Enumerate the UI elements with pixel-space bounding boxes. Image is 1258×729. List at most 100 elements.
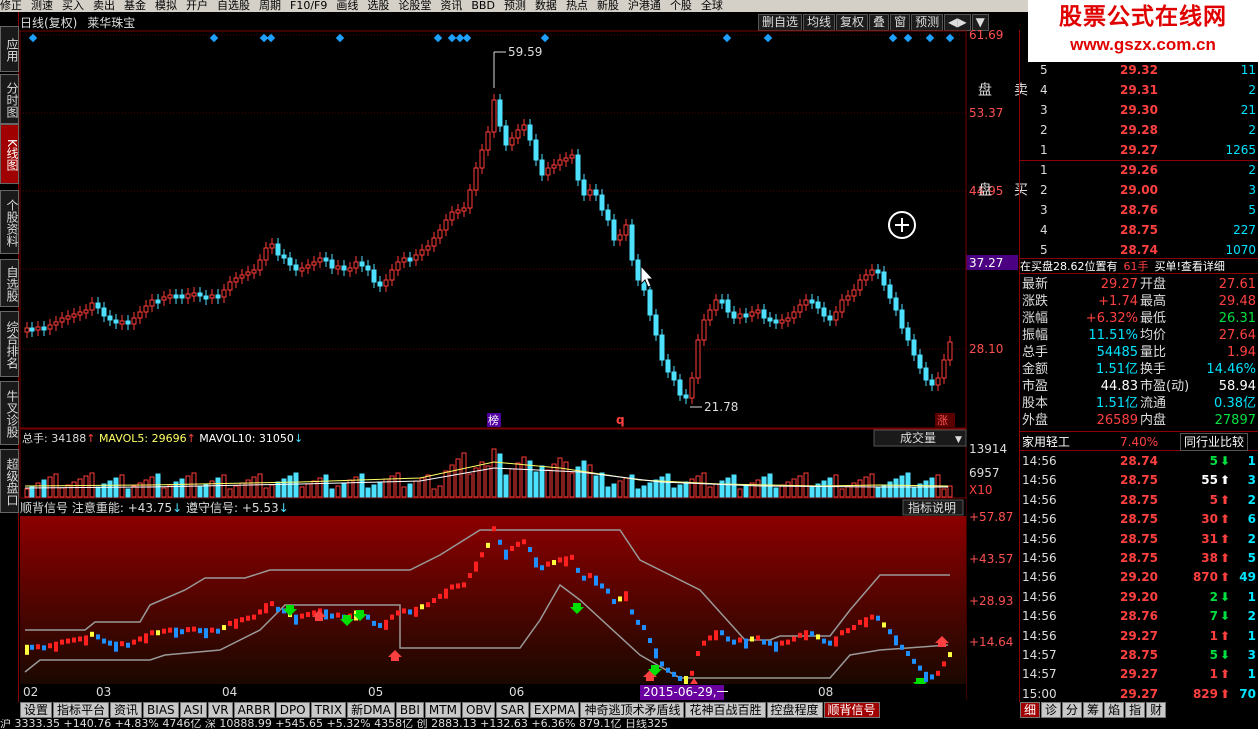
candle-body [797, 304, 803, 313]
tick-row: 14:56 28.75 30 ⬆ 6 [1020, 510, 1258, 529]
detail-tab[interactable]: 细 [1020, 702, 1041, 718]
indicator-tab[interactable]: EXPMA [529, 702, 580, 718]
volume-bar [773, 487, 779, 498]
indicator-mark [168, 627, 172, 633]
detail-tab[interactable]: 焰 [1104, 702, 1125, 718]
indicator-tab[interactable]: 资讯 [110, 702, 143, 718]
indicator-mark [306, 612, 310, 618]
sell-level: 1 [1040, 143, 1048, 157]
tick-volume: 31 [1201, 531, 1218, 546]
indicator-mark [822, 638, 826, 644]
big-order-notice[interactable]: 在买盘28.62位置有 61手 买单!查看详细 [1020, 258, 1258, 274]
sell-level-row[interactable]: 2 29.28 2 [1020, 120, 1258, 140]
tick-price: 28.75 [1120, 512, 1158, 527]
indicator-tab[interactable]: 控盘程度 [766, 702, 823, 718]
indicator-mark [300, 613, 304, 619]
indicator-mark [474, 561, 478, 572]
indicator-tab[interactable]: 设置 [20, 702, 53, 718]
indicator-mark [198, 628, 202, 634]
notice-detail-link[interactable]: 查看详细 [1181, 260, 1225, 273]
tick-count: 3 [1247, 473, 1256, 488]
mavol5-value: 29696 [148, 432, 187, 445]
volume-bar [449, 464, 455, 498]
candle-body [203, 295, 209, 300]
indicator-tab[interactable]: OBV [461, 702, 496, 718]
stat-key: 均价 [1140, 328, 1167, 343]
indicator-mark [240, 617, 244, 623]
tick-time: 14:56 [1022, 609, 1057, 624]
indicator-tab[interactable]: DPO [275, 702, 310, 718]
candle-body [581, 179, 587, 196]
indicator-mark [714, 630, 718, 641]
rank-tag-label: 榜 [488, 413, 499, 427]
stat-key: 涨跌 [1022, 294, 1049, 309]
indicator-tab[interactable]: 新DMA [347, 702, 395, 718]
candle-body [83, 309, 89, 314]
volume-bar [875, 487, 881, 498]
buy-level-row[interactable]: 3 28.76 5 [1020, 200, 1258, 220]
indicator-tab[interactable]: 花神百战百胜 [685, 702, 766, 718]
candle-body [359, 261, 365, 267]
sell-level-row[interactable]: 5 29.32 11 [1020, 60, 1258, 80]
indicator-tab[interactable]: 神奇逃顶术矛盾线 [580, 702, 685, 718]
indicator-tab[interactable]: 指标平台 [53, 702, 110, 718]
stat-value: 27897 [1214, 413, 1256, 428]
indicator-tab[interactable]: SAR [496, 702, 529, 718]
buy-price: 28.75 [1120, 223, 1158, 237]
indicator-mark [102, 638, 106, 644]
detail-tab[interactable]: 财 [1146, 702, 1167, 718]
indicator-tab[interactable]: BIAS [143, 702, 179, 718]
indicator-tab[interactable]: TRIX [310, 702, 347, 718]
candle-body [329, 259, 335, 269]
candle-body [683, 394, 689, 399]
candle-body [197, 292, 203, 297]
candle-body [425, 245, 431, 251]
detail-tab[interactable]: 分 [1062, 702, 1083, 718]
buy-level-row[interactable]: 1 29.26 2 [1020, 160, 1258, 180]
volume-bar [83, 475, 89, 498]
indicator-mark [66, 638, 70, 644]
candle-body [653, 314, 659, 336]
sell-level-row[interactable]: 4 29.31 2 [1020, 80, 1258, 100]
quote-stat-row: 涨幅 +6.32% 最低 26.31 [1020, 310, 1258, 327]
candle-body [935, 377, 941, 386]
buy-price: 29.00 [1120, 183, 1158, 197]
arrow-down-icon: ↓ [172, 501, 186, 515]
tick-time: 14:56 [1022, 589, 1057, 604]
indicator-mark [828, 640, 832, 646]
sell-level-row[interactable]: 3 29.30 21 [1020, 100, 1258, 120]
candle-body [701, 319, 707, 341]
indicator-tab[interactable]: ASI [179, 702, 208, 718]
indicator-mark [78, 636, 82, 642]
volume-axis-label: 6957 [969, 466, 1000, 480]
indicator-tab[interactable]: BBI [395, 702, 424, 718]
arrow-up-icon: ⬆ [1220, 473, 1231, 488]
candle-body [623, 224, 629, 236]
indicator-s2-value: +5.53 [238, 501, 279, 515]
indicator-mark [186, 627, 190, 633]
buy-level-row[interactable]: 5 28.74 1070 [1020, 240, 1258, 260]
volume-bar [461, 452, 467, 498]
tick-time: 14:56 [1022, 551, 1057, 565]
indicator-mark [528, 547, 532, 553]
signal-diamond [335, 33, 345, 43]
volume-bar [803, 472, 809, 498]
industry-name[interactable]: 家用轻工 [1022, 432, 1070, 452]
indicator-tab[interactable]: MTM [424, 702, 461, 718]
chart-canvas[interactable]: 61.6953.3744.9537.2728.1059.5921.78榜 q 涨总手… [0, 0, 1020, 729]
detail-tab[interactable]: 诊 [1041, 702, 1062, 718]
volume-bar [233, 485, 239, 498]
indicator-tab[interactable]: 顺背信号 [823, 702, 880, 718]
detail-tab[interactable]: 指 [1125, 702, 1146, 718]
candle-body [719, 299, 725, 304]
indicator-tab[interactable]: ARBR [233, 702, 275, 718]
indicator-mark [870, 614, 874, 620]
industry-compare-button[interactable]: 同行业比较 [1180, 433, 1249, 451]
buy-level-row[interactable]: 4 28.75 227 [1020, 220, 1258, 240]
quote-stat-row: 振幅 11.51% 均价 27.64 [1020, 327, 1258, 344]
detail-tab[interactable]: 筹 [1083, 702, 1104, 718]
sell-level-row[interactable]: 1 29.27 1265 [1020, 140, 1258, 160]
buy-level-row[interactable]: 2 29.00 3 [1020, 180, 1258, 200]
indicator-tab[interactable]: VR [208, 702, 233, 718]
stat-key: 外盘 [1022, 413, 1049, 428]
